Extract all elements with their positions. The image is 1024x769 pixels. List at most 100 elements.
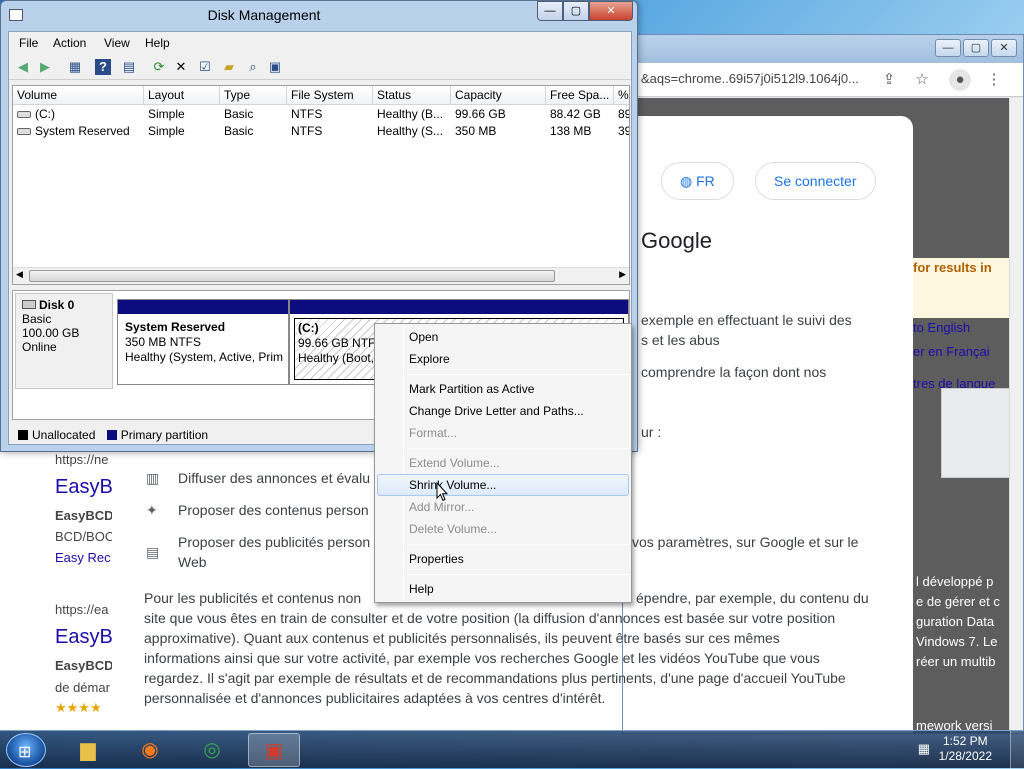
table-row[interactable]: (C:) Simple Basic NTFS Healthy (B... 99.… <box>13 106 629 123</box>
language-button[interactable]: ◍ FR <box>661 162 734 200</box>
menu-add-mirror[interactable]: Add Mirror... <box>377 496 629 518</box>
properties-icon[interactable]: ▤ <box>119 57 139 77</box>
menu-dots-icon[interactable]: ⋮ <box>983 69 1005 91</box>
table-row[interactable]: System Reserved Simple Basic NTFS Health… <box>13 123 629 140</box>
check-icon[interactable]: ☑ <box>195 57 215 77</box>
table-cell: 89 <box>618 107 629 121</box>
minimize-button[interactable]: — <box>935 39 961 57</box>
text-snippet: e de gérer et c <box>916 594 1000 609</box>
signin-button[interactable]: Se connecter <box>755 162 876 200</box>
result-text: EasyBCD <box>55 508 114 523</box>
column-free-space[interactable]: Free Spa... <box>546 86 614 105</box>
table-cell: Healthy (S... <box>377 124 444 138</box>
menu-separator <box>407 574 629 575</box>
paragraph-line: Pour les publicités et contenus non <box>144 590 362 606</box>
bookmark-star-icon[interactable]: ☆ <box>911 69 933 91</box>
bullet-text: Proposer des contenus person <box>178 502 369 518</box>
network-icon[interactable]: ▦ <box>918 741 930 757</box>
column-layout[interactable]: Layout <box>144 86 220 105</box>
explorer-icon[interactable]: ▆ <box>62 733 114 767</box>
paragraph-line: informations ainsi que sur votre activit… <box>144 650 820 666</box>
search-icon[interactable]: ⌕ <box>243 57 263 77</box>
column-type[interactable]: Type <box>220 86 287 105</box>
menu-help[interactable]: Help <box>377 578 629 600</box>
result-text: EasyBCD <box>55 658 114 673</box>
partition-bar <box>118 300 288 314</box>
result-link[interactable]: Easy Rec <box>55 550 111 565</box>
column-percent-free[interactable]: % F <box>614 86 629 105</box>
share-icon[interactable]: ⇪ <box>878 69 900 91</box>
menu-delete-volume[interactable]: Delete Volume... <box>377 518 629 540</box>
menu-shrink-volume[interactable]: Shrink Volume... <box>377 474 629 496</box>
scrollbar-thumb[interactable] <box>29 270 555 282</box>
disk-icon <box>22 300 36 309</box>
menu-view[interactable]: View <box>104 36 130 50</box>
column-status[interactable]: Status <box>373 86 451 105</box>
console-tree-icon[interactable]: ▦ <box>65 57 85 77</box>
menu-change-drive-letter[interactable]: Change Drive Letter and Paths... <box>377 400 629 422</box>
text-snippet: réer un multib <box>916 654 996 669</box>
table-cell: 88.42 GB <box>550 107 601 121</box>
forward-icon[interactable]: ▶ <box>35 57 55 77</box>
side-link[interactable]: er en Françai <box>913 344 990 359</box>
result-title[interactable]: EasyB <box>55 626 113 649</box>
delete-icon[interactable]: ✕ <box>171 57 191 77</box>
legend-unallocated: Unallocated <box>18 428 95 442</box>
menu-properties[interactable]: Properties <box>377 548 629 570</box>
menu-mark-active[interactable]: Mark Partition as Active <box>377 378 629 400</box>
folder-icon[interactable]: ▰ <box>219 57 239 77</box>
scroll-right-icon[interactable]: ▶ <box>619 269 626 280</box>
vertical-scrollbar[interactable] <box>1009 98 1023 733</box>
table-cell: Healthy (B... <box>377 107 444 121</box>
table-cell: 99.66 GB <box>455 107 506 121</box>
maximize-button[interactable]: ▢ <box>963 39 989 57</box>
result-title[interactable]: EasyB <box>55 476 113 499</box>
refresh-icon[interactable]: ⟳ <box>149 57 169 77</box>
text-snippet: l développé p <box>916 574 994 589</box>
disk-settings-icon[interactable]: ▣ <box>265 57 285 77</box>
result-text: BCD/BOC <box>55 529 115 544</box>
minimize-button[interactable]: — <box>537 1 563 21</box>
table-cell: NTFS <box>291 107 323 121</box>
text-snippet: Vindows 7. Le <box>916 634 998 649</box>
partition-system-reserved[interactable]: System Reserved 350 MB NTFS Healthy (Sys… <box>117 299 289 385</box>
close-button[interactable]: ✕ <box>589 1 633 21</box>
menu-extend-volume[interactable]: Extend Volume... <box>377 452 629 474</box>
help-icon[interactable]: ? <box>95 59 111 75</box>
side-link[interactable]: for results in <box>913 260 992 275</box>
menu-open[interactable]: Open <box>377 326 629 348</box>
menu-format[interactable]: Format... <box>377 422 629 444</box>
show-desktop-button[interactable] <box>1010 731 1024 769</box>
clock[interactable]: 1:52 PM 1/28/2022 <box>939 734 992 764</box>
menu-file[interactable]: File <box>19 36 38 50</box>
bullet-text: Diffuser des annonces et évalu <box>178 470 370 486</box>
maximize-button[interactable]: ▢ <box>563 1 589 21</box>
disk-name: Disk 0 <box>22 298 106 312</box>
chrome-icon[interactable]: ◎ <box>186 733 238 767</box>
side-link[interactable]: to English <box>913 320 970 335</box>
firefox-icon[interactable]: ◉ <box>124 733 176 767</box>
horizontal-scrollbar[interactable]: ◀ ▶ <box>13 267 629 284</box>
profile-icon[interactable]: ● <box>949 69 971 91</box>
menu-separator <box>407 374 629 375</box>
back-icon[interactable]: ◀ <box>13 57 33 77</box>
menu-help[interactable]: Help <box>145 36 170 50</box>
volume-name: (C:) <box>35 107 55 121</box>
bullet-text: Web <box>178 554 207 570</box>
legend-primary: Primary partition <box>106 428 208 442</box>
address-bar[interactable]: &aqs=chrome..69i57j0i512l9.1064j0... <box>641 71 859 86</box>
volume-name: System Reserved <box>35 124 130 138</box>
start-button[interactable]: ⊞ <box>6 733 46 767</box>
column-file-system[interactable]: File System <box>287 86 373 105</box>
volume-list: Volume Layout Type File System Status Ca… <box>12 85 630 285</box>
column-capacity[interactable]: Capacity <box>451 86 546 105</box>
close-button[interactable]: ✕ <box>991 39 1017 57</box>
disk-0-label[interactable]: Disk 0 Basic 100.00 GB Online <box>15 293 113 389</box>
partition-name: System Reserved <box>125 320 226 334</box>
column-volume[interactable]: Volume <box>13 86 144 105</box>
scroll-left-icon[interactable]: ◀ <box>16 269 23 280</box>
disk-management-icon[interactable]: ▣ <box>248 733 300 767</box>
menu-action[interactable]: Action <box>53 36 86 50</box>
menu-explore[interactable]: Explore <box>377 348 629 370</box>
table-cell: 350 MB <box>455 124 497 138</box>
